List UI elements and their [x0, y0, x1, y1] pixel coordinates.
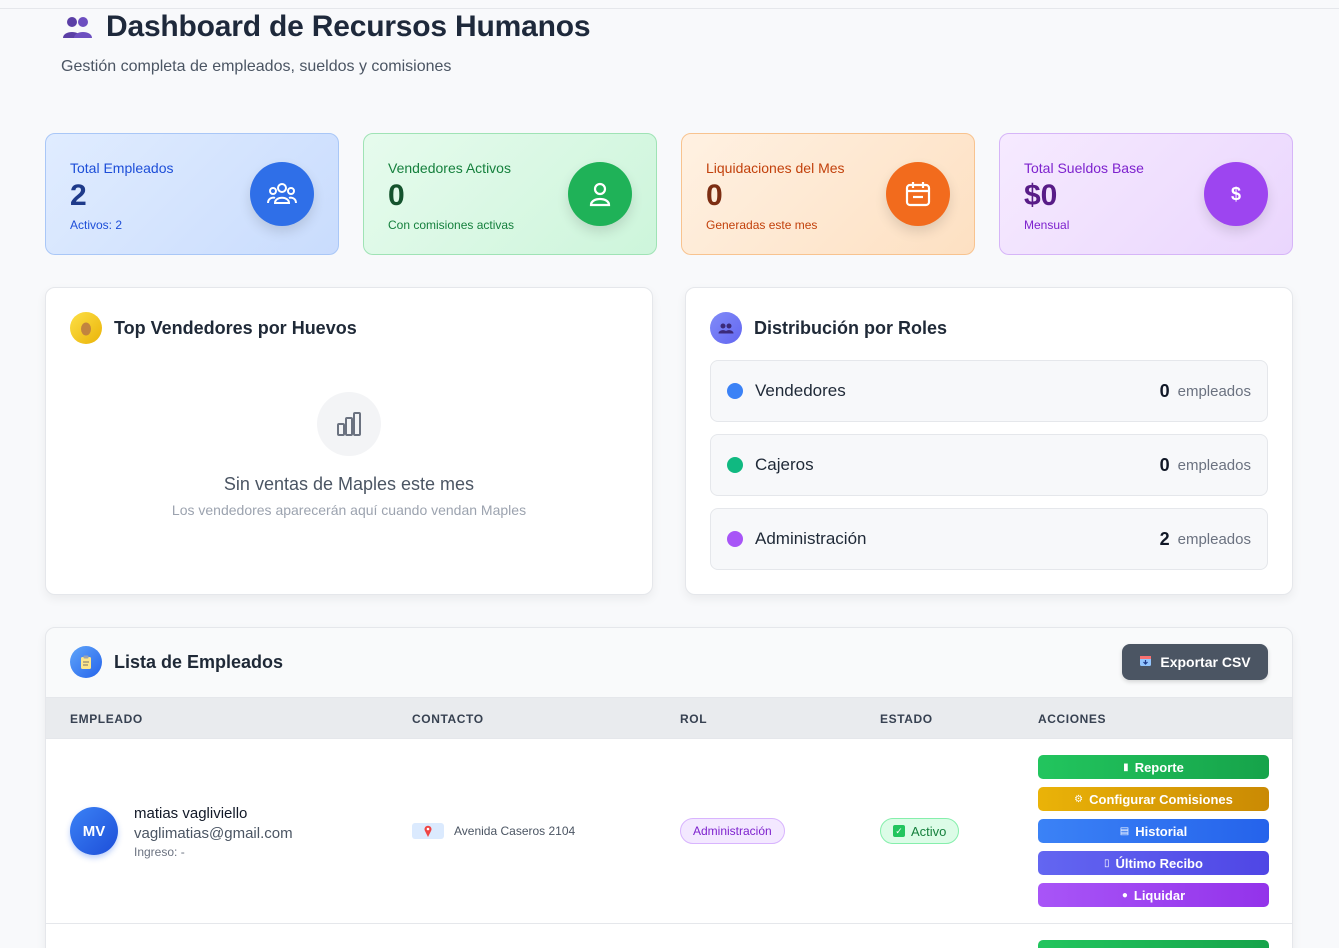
button-label: Liquidar	[1133, 887, 1186, 903]
panel-title: Top Vendedores por Huevos	[114, 317, 357, 338]
panel-title: Distribución por Roles	[754, 317, 948, 338]
employees-panel: Lista de Empleados Exportar CSV EMPLEADO…	[45, 627, 1293, 948]
role-badge: Administración	[680, 818, 785, 844]
employee-name: matias vagliviello	[134, 805, 248, 822]
bar-chart-icon	[317, 392, 381, 456]
employee-email: vaglimatias@gmail.com	[134, 825, 293, 842]
gear-icon: ⚙	[1074, 793, 1084, 805]
stat-card-liquidaciones: Liquidaciones del Mes 0 Generadas este m…	[681, 133, 975, 255]
role-row-vendedores: Vendedores 0 empleados	[710, 360, 1268, 422]
top-sellers-panel: Top Vendedores por Huevos Sin ventas de …	[45, 287, 653, 595]
pin-icon	[412, 823, 444, 839]
money-bag-icon: ●	[1121, 889, 1128, 901]
column-header: ACCIONES	[1038, 712, 1107, 726]
role-unit: empleados	[1177, 382, 1251, 400]
button-label: Reporte	[1134, 759, 1184, 775]
table-row	[46, 924, 1292, 948]
stat-card-vendedores-activos: Vendedores Activos 0 Con comisiones acti…	[363, 133, 657, 255]
liquidar-button[interactable]: ● Liquidar	[1038, 883, 1269, 907]
role-unit: empleados	[1177, 456, 1251, 474]
ultimo-recibo-button[interactable]: ▯ Último Recibo	[1038, 851, 1269, 875]
export-icon	[1139, 654, 1152, 670]
calendar-icon	[886, 162, 950, 226]
column-header: ROL	[680, 712, 708, 726]
table-header: EMPLEADO CONTACTO ROL ESTADO ACCIONES	[46, 697, 1292, 739]
chart-icon: ▮	[1123, 761, 1129, 773]
document-icon: ▯	[1104, 857, 1110, 869]
role-name: Administración	[755, 529, 867, 548]
egg-icon	[70, 312, 102, 344]
employee-contact: Avenida Caseros 2104	[412, 823, 575, 839]
reporte-button[interactable]: ▮ Reporte	[1038, 755, 1269, 779]
role-count: 2	[1159, 528, 1170, 549]
users-icon	[250, 162, 314, 226]
user-icon	[568, 162, 632, 226]
stat-card-total-empleados: Total Empleados 2 Activos: 2	[45, 133, 339, 255]
panel-title: Lista de Empleados	[114, 651, 284, 672]
page-title: Dashboard de Recursos Humanos	[106, 10, 591, 43]
stat-card-sueldos-base: Total Sueldos Base $0 Mensual $	[999, 133, 1293, 255]
role-row-administracion: Administración 2 empleados	[710, 508, 1268, 570]
people-icon	[62, 14, 94, 40]
column-header: EMPLEADO	[70, 712, 143, 726]
clipboard-icon	[70, 646, 102, 678]
employee-start-date: Ingreso: -	[134, 845, 185, 859]
role-color-dot	[727, 383, 743, 399]
status-label: Activo	[911, 823, 947, 839]
role-name: Cajeros	[755, 455, 814, 474]
role-color-dot	[727, 457, 743, 473]
role-color-dot	[727, 531, 743, 547]
employee-address: Avenida Caseros 2104	[454, 824, 576, 838]
historial-button[interactable]: ▤ Historial	[1038, 819, 1269, 843]
page-subtitle: Gestión completa de empleados, sueldos y…	[61, 58, 452, 75]
button-label: Historial	[1135, 823, 1188, 839]
avatar: MV	[70, 807, 118, 855]
reporte-button[interactable]	[1038, 940, 1269, 948]
clipboard-icon: ▤	[1119, 825, 1130, 837]
configurar-comisiones-button[interactable]: ⚙ Configurar Comisiones	[1038, 787, 1269, 811]
dollar-icon: $	[1204, 162, 1268, 226]
table-row: MV matias vagliviello vaglimatias@gmail.…	[46, 739, 1292, 924]
status-badge: ✓ Activo	[880, 818, 960, 844]
check-icon: ✓	[893, 825, 905, 837]
role-unit: empleados	[1177, 530, 1251, 548]
role-name: Vendedores	[755, 381, 846, 400]
people-icon	[710, 312, 742, 344]
export-label: Exportar CSV	[1160, 654, 1251, 670]
empty-state-title: Sin ventas de Maples este mes	[223, 474, 475, 494]
button-label: Configurar Comisiones	[1089, 791, 1233, 807]
page-header: Dashboard de Recursos Humanos Gestión co…	[61, 10, 591, 76]
column-header: CONTACTO	[412, 712, 484, 726]
roles-panel: Distribución por Roles Vendedores 0 empl…	[685, 287, 1293, 595]
top-divider	[0, 8, 1339, 9]
role-count: 0	[1159, 454, 1170, 475]
role-row-cajeros: Cajeros 0 empleados	[710, 434, 1268, 496]
empty-state-subtitle: Los vendedores aparecerán aquí cuando ve…	[171, 502, 527, 518]
role-count: 0	[1159, 380, 1170, 401]
button-label: Último Recibo	[1115, 855, 1203, 871]
export-csv-button[interactable]: Exportar CSV	[1122, 644, 1268, 680]
column-header: ESTADO	[880, 712, 933, 726]
